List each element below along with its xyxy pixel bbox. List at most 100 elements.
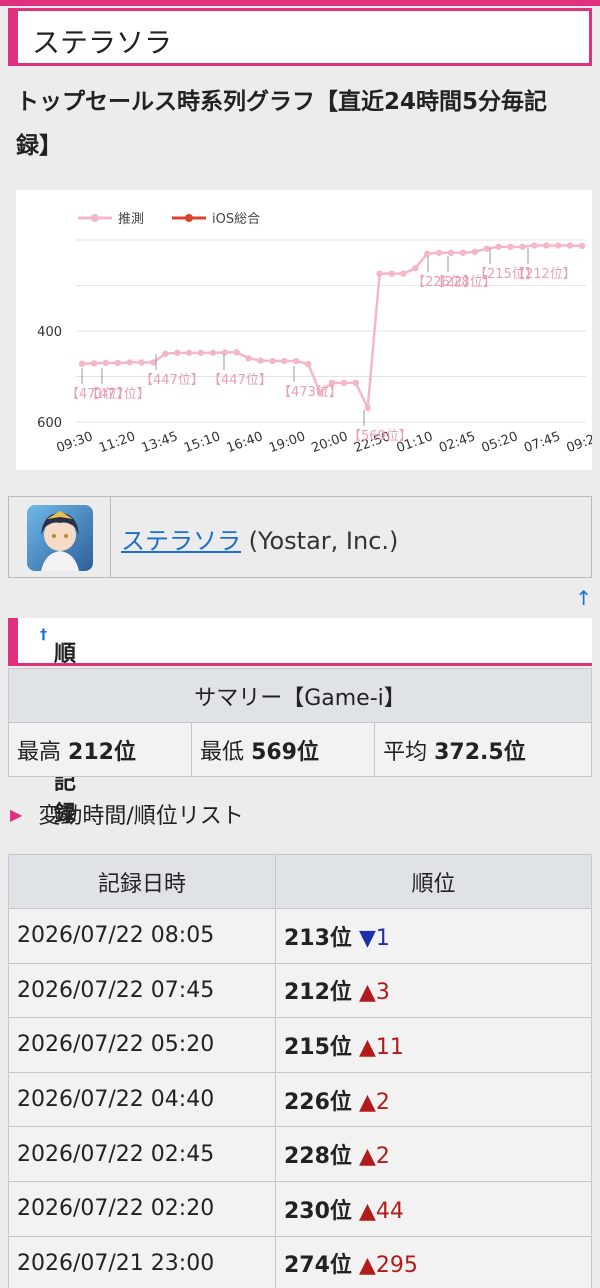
annotation-label: 【569位】 [348,429,412,444]
app-icon[interactable] [27,505,93,571]
app-name-line: ステラソラ (Yostar, Inc.) [121,521,398,556]
change-amount: 295 [375,1253,418,1279]
data-point [138,359,145,366]
x-tick-label: 16:40 [225,429,265,456]
rank-up-change: ▲3 [359,980,390,1005]
data-point [304,361,312,368]
data-point [400,270,407,277]
data-point [364,404,371,412]
data-point [554,242,562,249]
row-date: 2026/07/22 05:20 [8,1017,276,1073]
data-point [412,265,419,272]
data-point [376,270,383,277]
data-point [78,360,86,367]
data-point [126,359,133,366]
x-tick-label: 05:20 [480,429,520,456]
rank-value: 226位 [284,1089,352,1115]
rank-value: 228位 [284,1144,352,1170]
change-amount: 2 [375,1144,390,1170]
data-point [257,357,264,364]
data-point [245,355,252,362]
row-rank: 230位 ▲44 [275,1180,592,1237]
data-point [531,242,538,249]
row-rank: 215位 ▲11 [275,1017,592,1073]
data-point [221,349,229,356]
page-top-link[interactable]: ↑ [575,586,592,610]
row-date: 2026/07/22 02:45 [8,1126,276,1182]
annotation-label: 【447位】 [208,373,272,388]
row-rank: 228位 ▲2 [275,1126,592,1182]
summary-best: 最高 212位 [7,722,193,777]
summary-average: 平均 372.5位 [374,722,592,777]
rank-up-change: ▲2 [359,1144,390,1169]
rank-chart: 400 600 09:30 11:20 13:45 15:10 16:40 19:00 20:0… [16,190,592,470]
rank-up-change: ▲2 [359,1090,390,1115]
data-point [281,357,288,365]
table-row: 2026/07/22 02:45 228位 ▲2 [8,1126,592,1182]
legend-label-ios: iOS総合 [212,212,260,227]
x-tick-label: 07:45 [522,429,562,456]
x-tick-label: 11:20 [97,429,137,456]
y-tick-label: 600 [37,416,62,431]
up-triangle-icon: ▲ [358,1034,376,1060]
x-tick-label: 13:45 [140,429,180,456]
change-amount: 3 [375,980,390,1006]
up-triangle-icon: ▲ [358,980,376,1006]
app-icon-cell [9,497,111,577]
col-header-rank: 順位 [275,854,592,909]
rank-up-change: ▲295 [359,1253,418,1278]
data-point [424,250,431,257]
rank-value: 274位 [284,1253,352,1279]
down-triangle-icon: ▼ [358,925,376,951]
row-rank: 213位 ▼1 [275,908,592,964]
table-row: 2026/07/22 04:40 226位 ▲2 [8,1071,592,1128]
data-point [495,243,502,251]
row-rank: 226位 ▲2 [275,1071,592,1128]
rank-value: 213位 [284,925,352,951]
row-date: 2026/07/21 23:00 [8,1235,276,1288]
x-tick-label: 19:00 [267,429,307,456]
x-tick-label: 09:30 [55,429,95,456]
data-point [388,270,395,277]
data-point [483,245,490,252]
rank-section-link[interactable]: † [40,627,47,643]
table-row: 2026/07/22 07:45 212位 ▲3 [8,962,592,1019]
data-point [174,349,181,357]
triangle-bullet-icon: ▶ [10,805,23,824]
app-name-link[interactable]: ステラソラ [121,527,241,555]
table-row: 2026/07/21 23:00 274位 ▲295 [8,1235,592,1288]
data-point [435,249,443,256]
change-amount: 2 [375,1089,390,1115]
x-tick-label: 09:25 [565,429,592,456]
data-point [269,357,276,365]
data-point [102,359,110,367]
rank-value: 212位 [284,980,352,1006]
summary-table: サマリー【Game-i】 最高 212位 最低 569位 平均 372.5位 [7,668,592,777]
legend-marker-estimate [91,214,99,222]
data-point [566,242,574,249]
app-title: ステラソラ [32,26,173,59]
data-point [233,349,240,356]
data-point [209,349,217,357]
data-point [197,349,205,357]
legend-marker-ios [185,214,193,222]
data-point [471,248,479,256]
up-triangle-icon: ▲ [358,1253,376,1279]
row-rank: 274位 ▲295 [275,1235,592,1288]
row-rank: 212位 ▲3 [275,962,592,1019]
data-point [543,242,550,249]
row-date: 2026/07/22 08:05 [8,908,276,964]
data-point [578,242,586,250]
table-row: 2026/07/22 05:20 215位 ▲11 [8,1017,592,1073]
app-info-box: ステラソラ (Yostar, Inc.) [8,496,592,578]
up-triangle-icon: ▲ [358,1089,376,1115]
change-amount: 11 [375,1034,404,1060]
annotation-label: 【447位】 [140,373,204,388]
data-point [185,349,193,357]
data-point [459,249,467,256]
summary-title: サマリー【Game-i】 [8,668,592,723]
data-point [114,359,121,367]
row-date: 2026/07/22 02:20 [8,1180,276,1237]
rank-chart-svg: 400 60009:30 11:20 13:45 15:10 16:40 19:00 20:0… [37,212,592,456]
table-row: 2026/07/22 02:20 230位 ▲44 [8,1180,592,1237]
